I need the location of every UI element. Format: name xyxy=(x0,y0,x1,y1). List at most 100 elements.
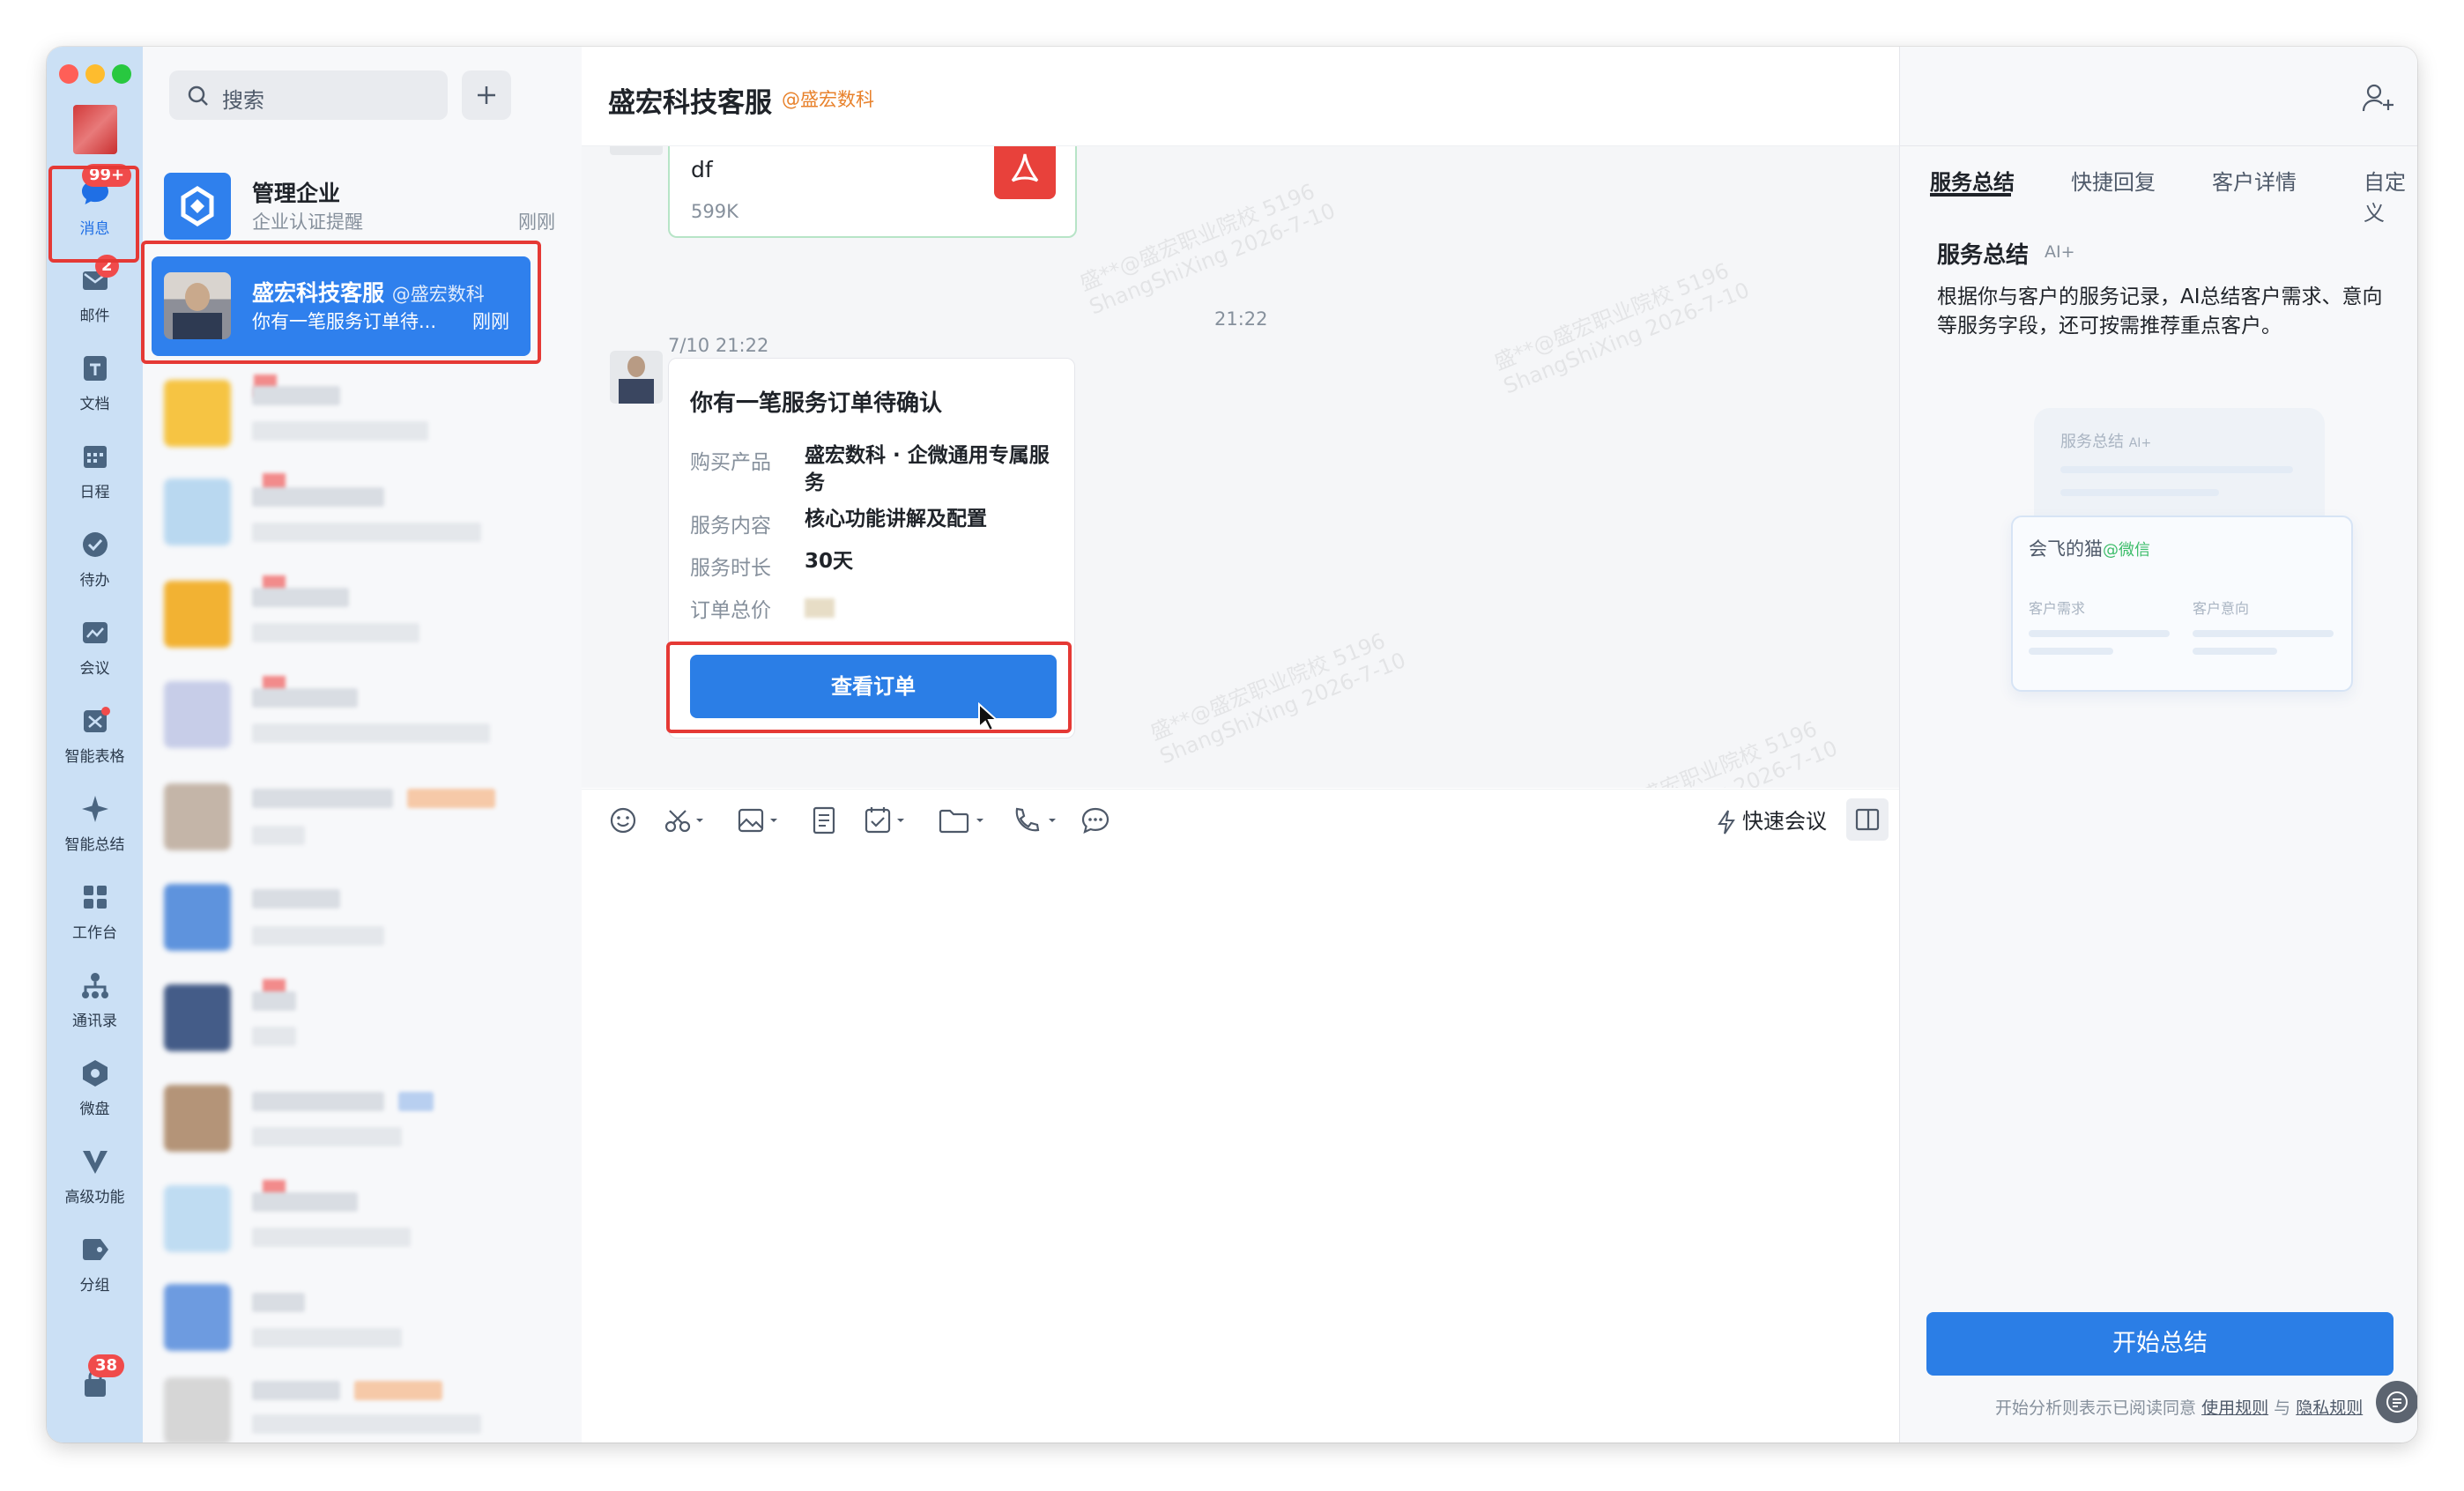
close-window-button[interactable] xyxy=(59,64,78,84)
sender-avatar[interactable] xyxy=(610,351,663,404)
rail-item-groups[interactable]: 分组 xyxy=(47,1222,143,1307)
consent-note: 开始分析则表示已阅读同意 使用规则 与 隐私规则 xyxy=(1995,1398,2364,1418)
blurred-avatar xyxy=(164,1185,231,1252)
rail-item-mail[interactable]: 邮件 2 xyxy=(47,253,143,338)
composer-toolbar: 快速会议 xyxy=(582,789,1899,846)
tab-service-summary[interactable]: 服务总结 xyxy=(1930,165,2015,196)
maximize-window-button[interactable] xyxy=(112,64,131,84)
rail-item-drive[interactable]: 微盘 xyxy=(47,1046,143,1131)
rail-item-todo[interactable]: 待办 xyxy=(47,517,143,602)
ai-tag: AI+ xyxy=(2045,242,2075,262)
rail-item-calendar[interactable]: 日程 xyxy=(47,429,143,514)
sender-avatar-partial xyxy=(610,146,663,155)
illustration-title: 服务总结 AI+ xyxy=(2060,433,2152,451)
message-input[interactable] xyxy=(582,845,1899,1443)
rail-label: 待办 xyxy=(79,572,110,590)
illustration-front-card: 会飞的猫@微信 客户需求 客户意向 xyxy=(2011,516,2353,692)
rail-item-smart-sheet[interactable]: 智能表格 xyxy=(47,694,143,778)
privacy-rules-link[interactable]: 隐私规则 xyxy=(2296,1398,2363,1418)
rail-item-docs[interactable]: 文档 xyxy=(47,341,143,426)
rail-item-contacts[interactable]: 通讯录 xyxy=(47,958,143,1042)
conversation-name: 管理企业 xyxy=(252,181,341,206)
illustration-contact: 会飞的猫@微信 xyxy=(2029,538,2150,560)
screenshot-scissors-icon[interactable] xyxy=(663,805,705,835)
blurred-text xyxy=(252,1381,340,1400)
watermark: 盛**@盛宏职业院校 5196ShangShiXing 2026-7-10 xyxy=(1076,179,1340,320)
tab-customer-details[interactable]: 客户详情 xyxy=(2212,165,2297,196)
section-description: 根据你与客户的服务记录，AI总结客户需求、意向等服务字段，还可按需推荐重点客户。 xyxy=(1937,286,2383,338)
user-avatar[interactable] xyxy=(73,105,117,154)
chat-panel: 盛宏科技客服 @盛宏数科 盛**@盛宏职业院校 5196 ShangShiXing… xyxy=(582,47,1899,1443)
chat-org: @盛宏数科 xyxy=(782,89,874,110)
blurred-text xyxy=(252,1414,481,1434)
grid-icon xyxy=(84,886,107,909)
chat-history-icon[interactable] xyxy=(1080,805,1110,835)
order-title: 你有一笔服务订单待确认 xyxy=(690,390,943,417)
chat-title: 盛宏科技客服 xyxy=(608,87,772,119)
add-member-icon[interactable] xyxy=(2361,82,2396,114)
section-title: 服务总结 xyxy=(1937,242,2030,269)
check-circle-icon xyxy=(83,532,108,557)
search-input[interactable]: 搜索 xyxy=(169,70,448,120)
emoji-icon[interactable] xyxy=(608,805,638,835)
rail-label: 会议 xyxy=(79,660,110,678)
file-message[interactable]: df 599K xyxy=(668,146,1077,238)
rail-label: 日程 xyxy=(79,484,110,501)
left-rail: 消息 99+ 邮件 2 文档 日程 待办 会议 智能表格 智能总结 工作台 通讯… xyxy=(47,47,143,1443)
rail-item-smart-summary[interactable]: 智能总结 xyxy=(47,782,143,866)
blurred-text xyxy=(252,1228,411,1247)
rail-label: 微盘 xyxy=(79,1101,110,1118)
order-field-value: 核心功能讲解及配置 xyxy=(805,508,987,530)
rail-item-meeting[interactable]: 会议 xyxy=(47,605,143,690)
blurred-avatar xyxy=(164,984,231,1051)
illustration-bar xyxy=(2193,630,2334,637)
image-icon[interactable] xyxy=(737,805,779,835)
order-field-label: 订单总价 xyxy=(690,599,771,622)
illustration-col1: 客户需求 xyxy=(2029,600,2086,617)
rail-label: 智能总结 xyxy=(64,836,125,854)
blurred-avatar xyxy=(164,884,231,951)
rail-item-notifications[interactable]: 38 xyxy=(47,1354,143,1443)
quick-meeting-button[interactable]: 快速会议 xyxy=(1716,804,1827,835)
tab-quick-reply[interactable]: 快捷回复 xyxy=(2071,165,2156,196)
conversation-preview: 企业认证提醒 xyxy=(252,211,363,233)
rail-item-workbench[interactable]: 工作台 xyxy=(47,870,143,954)
highlight-box-view-order xyxy=(666,642,1072,733)
phone-icon[interactable] xyxy=(1010,805,1059,835)
order-field-label: 购买产品 xyxy=(690,451,771,474)
todo-check-icon[interactable] xyxy=(864,805,906,835)
folder-icon[interactable] xyxy=(938,805,987,835)
note-icon[interactable] xyxy=(809,805,839,835)
toggle-side-panel-button[interactable] xyxy=(1846,798,1889,841)
highlight-box-messages xyxy=(48,166,139,263)
file-name: df xyxy=(691,157,713,182)
app-window: 消息 99+ 邮件 2 文档 日程 待办 会议 智能表格 智能总结 工作台 通讯… xyxy=(47,47,2417,1443)
blurred-text xyxy=(407,789,495,808)
search-icon xyxy=(188,85,208,106)
sparkle-icon xyxy=(82,796,108,822)
tab-custom[interactable]: 自定义 xyxy=(2364,165,2417,226)
rail-label: 通讯录 xyxy=(72,1013,117,1030)
blurred-avatar xyxy=(164,478,231,545)
start-summary-button[interactable]: 开始总结 xyxy=(1926,1312,2393,1376)
order-field-label: 服务内容 xyxy=(690,515,771,538)
blurred-text xyxy=(252,889,340,909)
message-time: 7/10 21:22 xyxy=(668,335,769,356)
admin-logo-icon xyxy=(164,173,231,240)
minimize-window-button[interactable] xyxy=(85,64,105,84)
message-area[interactable]: 盛**@盛宏职业院校 5196 ShangShiXing 2026-7-10 盛*… xyxy=(582,146,1899,788)
blurred-text xyxy=(252,487,384,507)
rail-item-advanced[interactable]: 高级功能 xyxy=(47,1134,143,1219)
floating-assistant-button[interactable] xyxy=(2376,1381,2417,1423)
blurred-text xyxy=(252,826,305,845)
illustration-col2: 客户意向 xyxy=(2193,600,2250,617)
pdf-icon xyxy=(994,146,1056,199)
blurred-text xyxy=(252,421,428,441)
illustration-bar xyxy=(2193,648,2277,655)
v-logo-icon xyxy=(83,1151,108,1174)
usage-rules-link[interactable]: 使用规则 xyxy=(2201,1398,2268,1418)
chat-header: 盛宏科技客服 @盛宏数科 xyxy=(582,47,1899,146)
new-chat-button[interactable] xyxy=(462,70,511,120)
blurred-text xyxy=(252,991,296,1011)
order-field-value: 30天 xyxy=(805,550,854,573)
